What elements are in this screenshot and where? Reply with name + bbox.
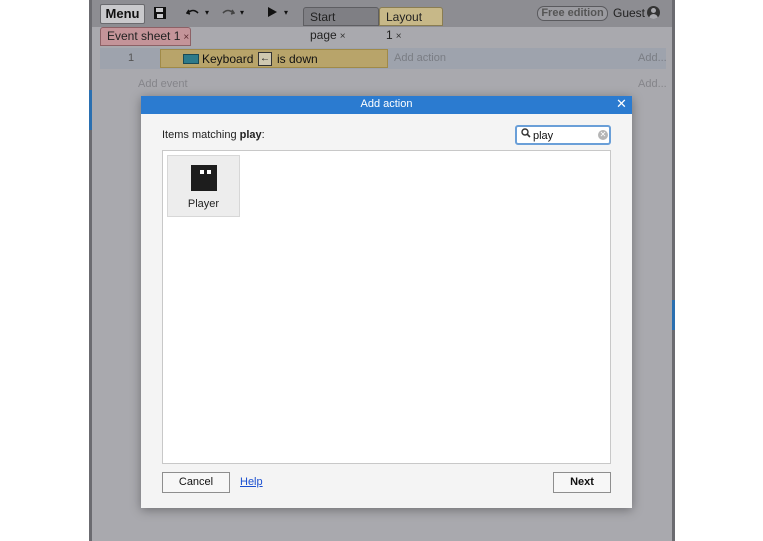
next-button[interactable]: Next [553, 472, 611, 493]
add-more-link[interactable]: Add... [638, 52, 667, 64]
matching-term: play [239, 129, 262, 141]
left-arrow-key-icon: ← [258, 52, 272, 66]
redo-dropdown-icon[interactable]: ▾ [240, 6, 244, 20]
dialog-title: Add action [360, 98, 413, 110]
matching-suffix: : [261, 129, 265, 141]
event-condition[interactable]: Keyboard ← is down [160, 49, 388, 68]
add-action-link[interactable]: Add action [394, 52, 446, 64]
free-edition-badge[interactable]: Free edition [537, 6, 608, 21]
add-more-link[interactable]: Add... [638, 78, 667, 90]
undo-dropdown-icon[interactable]: ▾ [205, 6, 209, 20]
tab-event-sheet-1[interactable]: Event sheet 1 × [100, 27, 191, 46]
window-edge-accent [672, 300, 675, 330]
help-link[interactable]: Help [240, 476, 263, 488]
window-edge-right [672, 0, 675, 541]
search-box[interactable]: ✕ [515, 125, 611, 145]
search-icon [521, 128, 531, 141]
play-icon[interactable] [266, 6, 278, 21]
object-item-player[interactable]: Player [167, 155, 240, 217]
tab-label: Start page [310, 10, 337, 42]
tab-start-page[interactable]: Start page × [303, 7, 379, 42]
keyboard-icon [183, 54, 199, 64]
add-event-link[interactable]: Add event [138, 78, 188, 90]
add-action-dialog: Add action ✕ Items matching play: ✕ Play… [141, 96, 632, 508]
cancel-button[interactable]: Cancel [162, 472, 230, 493]
condition-object: Keyboard [202, 52, 254, 66]
tab-layout-1[interactable]: Layout 1 × [379, 7, 443, 42]
search-input[interactable] [533, 128, 593, 143]
close-icon[interactable]: × [396, 31, 402, 42]
save-icon[interactable] [153, 6, 167, 23]
event-number: 1 [128, 52, 135, 64]
user-icon[interactable] [647, 6, 660, 19]
menu-button[interactable]: Menu [100, 4, 145, 24]
tab-label: Event sheet 1 [107, 29, 181, 43]
undo-icon[interactable] [185, 6, 200, 23]
tab-label: Layout 1 [386, 10, 423, 42]
redo-icon[interactable] [221, 6, 236, 23]
close-icon[interactable]: ✕ [616, 97, 627, 111]
results-list: Player [162, 150, 611, 464]
dialog-header: Add action ✕ [141, 96, 632, 114]
matching-prefix: Items matching [162, 129, 240, 141]
object-item-label: Player [187, 198, 220, 210]
close-icon[interactable]: × [340, 31, 346, 42]
user-name[interactable]: Guest [613, 6, 645, 20]
matching-label: Items matching play: [162, 129, 265, 141]
main-toolbar: Menu ▾ ▾ ▾ Start page × Layout 1 × Free ed… [92, 0, 672, 42]
event-row[interactable]: 1 Keyboard ← is down Add action Add... [100, 48, 667, 69]
condition-text: is down [277, 52, 318, 66]
close-icon[interactable]: × [183, 32, 189, 43]
play-dropdown-icon[interactable]: ▾ [284, 6, 288, 20]
clear-search-icon[interactable]: ✕ [598, 130, 608, 140]
sprite-icon [191, 165, 217, 191]
